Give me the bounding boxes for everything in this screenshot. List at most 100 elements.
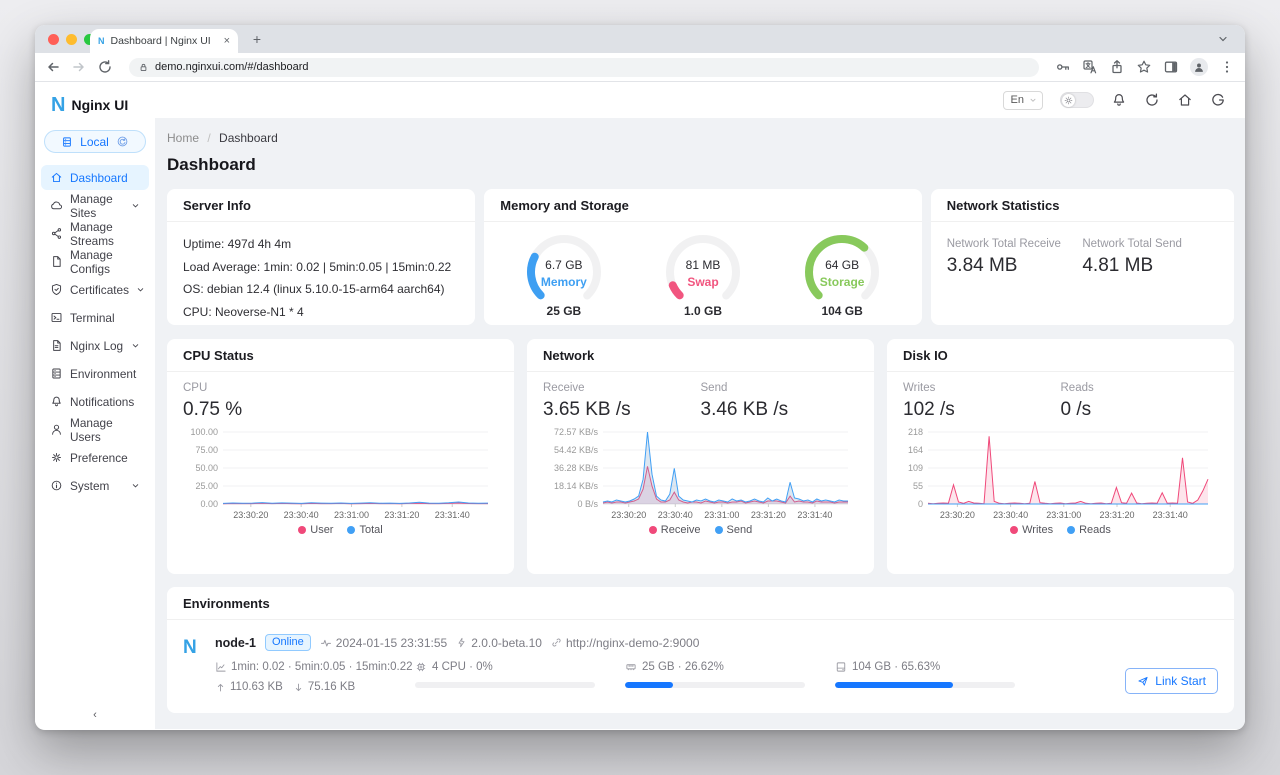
cloud-icon [51, 201, 63, 210]
chevron-down-icon [132, 344, 139, 348]
chevron-down-icon [137, 288, 144, 292]
svg-text:23:30:20: 23:30:20 [233, 510, 268, 520]
translate-icon[interactable] [1082, 59, 1098, 75]
toolbar-actions [1055, 58, 1235, 76]
arrow-down-icon [295, 683, 302, 691]
svg-text:18.14 KB/s: 18.14 KB/s [554, 481, 599, 491]
gauge-total-value: 25 GB [546, 304, 582, 318]
chevron-down-icon [132, 204, 139, 208]
forward-icon[interactable] [71, 59, 87, 75]
url-text: demo.nginxui.com/#/dashboard [155, 61, 309, 73]
svg-text:50.00: 50.00 [195, 463, 218, 473]
node-logo: N [183, 637, 197, 658]
node-name: node-1 [215, 635, 256, 650]
new-tab-button[interactable]: + [247, 30, 267, 50]
svg-text:23:31:40: 23:31:40 [797, 510, 832, 520]
logout-power-icon[interactable] [1210, 92, 1226, 108]
svg-text:23:30:40: 23:30:40 [284, 510, 319, 520]
gauge-total-value: 104 GB [821, 304, 863, 318]
legend-dot [347, 526, 356, 534]
dashboard-content: Home / Dashboard Dashboard Server Info U… [155, 118, 1245, 729]
language-select[interactable]: En [1002, 90, 1043, 110]
browser-window: N Dashboard | Nginx UI × + demo.nginxui.… [35, 25, 1245, 730]
disk-io-card: Disk IO Writes 102 /s Reads 0 /s 218 164… [887, 339, 1234, 574]
send-icon [1138, 676, 1148, 686]
legend-dot [1010, 526, 1019, 534]
breadcrumb: Home / Dashboard [167, 131, 1234, 145]
svg-text:0: 0 [918, 499, 923, 509]
sidebar-item-environment[interactable]: Environment [41, 361, 149, 386]
profile-avatar[interactable] [1190, 58, 1208, 76]
sidebar-item-nginx-log[interactable]: Nginx Log [41, 333, 149, 358]
minimize-window-button[interactable] [66, 34, 77, 45]
cpu-line: CPU: Neoverse-N1 * 4 [183, 304, 304, 319]
thunderbolt-icon [458, 637, 465, 648]
sidebar-item-preference[interactable]: Preference [41, 445, 149, 470]
sidebar-item-manage-configs[interactable]: Manage Configs [41, 247, 149, 276]
url-bar[interactable]: demo.nginxui.com/#/dashboard [129, 57, 1039, 77]
receive-stat: Receive 3.65 KB /s [543, 382, 631, 420]
file-icon [53, 256, 61, 267]
restart-icon[interactable] [1144, 92, 1160, 108]
sidebar-item-notifications[interactable]: Notifications [41, 389, 149, 414]
nginx-ui-logo: N [51, 94, 66, 116]
svg-text:23:30:40: 23:30:40 [993, 510, 1028, 520]
brand-name: Nginx UI [71, 97, 129, 113]
sidebar-item-terminal[interactable]: Terminal [41, 305, 149, 330]
sidebar-item-label: Notifications [70, 394, 135, 409]
tab-close-icon[interactable]: × [224, 35, 230, 47]
side-panel-icon[interactable] [1163, 59, 1179, 75]
theme-toggle[interactable] [1060, 92, 1094, 108]
sidebar-item-manage-sites[interactable]: Manage Sites [41, 192, 149, 220]
card-title: Server Info [167, 189, 476, 222]
breadcrumb-home[interactable]: Home [167, 131, 199, 145]
gauge-used-value: 6.7 GB [545, 258, 583, 272]
sidebar-item-certificates[interactable]: Certificates [41, 277, 149, 302]
sidebar-item-manage-streams[interactable]: Manage Streams [41, 220, 149, 248]
breadcrumb-separator: / [207, 131, 211, 145]
card-title: Disk IO [887, 339, 1234, 372]
sidebar-item-system[interactable]: System [41, 473, 149, 498]
arrow-up-icon [217, 683, 224, 691]
environments-card: Environments N node-1 Online 2024-01-15 … [167, 587, 1234, 713]
sidebar-collapse-button[interactable]: ‹ [35, 709, 155, 721]
share-alt-icon [51, 228, 62, 239]
svg-text:100.00: 100.00 [190, 427, 218, 437]
node-download: 75.16 KB [307, 681, 356, 693]
gauge-used-value: 81 MB [685, 258, 721, 272]
back-icon[interactable] [45, 59, 61, 75]
link-start-button[interactable]: Link Start [1125, 668, 1218, 694]
home-icon[interactable] [1177, 92, 1193, 108]
sidebar-item-label: Manage Configs [70, 247, 113, 276]
cpu-icon [416, 662, 426, 672]
memory-storage-card: Memory and Storage 6.7 GB Memory 25 GB 8… [484, 189, 922, 325]
close-window-button[interactable] [48, 34, 59, 45]
gear-icon [52, 453, 61, 462]
node-disk: 104 GB · 65.63% [852, 661, 941, 673]
node-selector[interactable]: Local [44, 130, 146, 153]
sidebar-item-label: Preference [70, 450, 128, 465]
share-icon[interactable] [1109, 59, 1125, 75]
legend-dot [1067, 526, 1076, 534]
browser-tab[interactable]: N Dashboard | Nginx UI × [90, 29, 238, 53]
svg-text:23:31:40: 23:31:40 [1153, 510, 1188, 520]
home-icon [51, 172, 62, 183]
brand: N Nginx UI [35, 82, 155, 121]
status-badge: Online [264, 634, 311, 651]
reconnect-icon[interactable] [116, 135, 129, 148]
sidebar-item-dashboard[interactable]: Dashboard [41, 165, 149, 190]
node-url[interactable]: http://nginx-demo-2:9000 [551, 636, 699, 650]
tab-search-chevron-icon[interactable] [1217, 33, 1229, 45]
notifications-bell-icon[interactable] [1111, 92, 1127, 108]
sidebar-item-label: System [70, 478, 110, 493]
page-title: Dashboard [167, 155, 256, 174]
reload-icon[interactable] [97, 59, 113, 75]
password-key-icon[interactable] [1055, 59, 1071, 75]
node-load: 1min: 0.02 · 5min:0.05 · 15min:0.22 [231, 661, 413, 673]
card-title: CPU Status [167, 339, 514, 372]
bookmark-star-icon[interactable] [1136, 59, 1152, 75]
node-cpu: 4 CPU · 0% [432, 661, 493, 673]
sidebar-item-manage-users[interactable]: Manage Users [41, 416, 149, 444]
browser-menu-icon[interactable] [1219, 59, 1235, 75]
memory-icon [626, 664, 636, 671]
